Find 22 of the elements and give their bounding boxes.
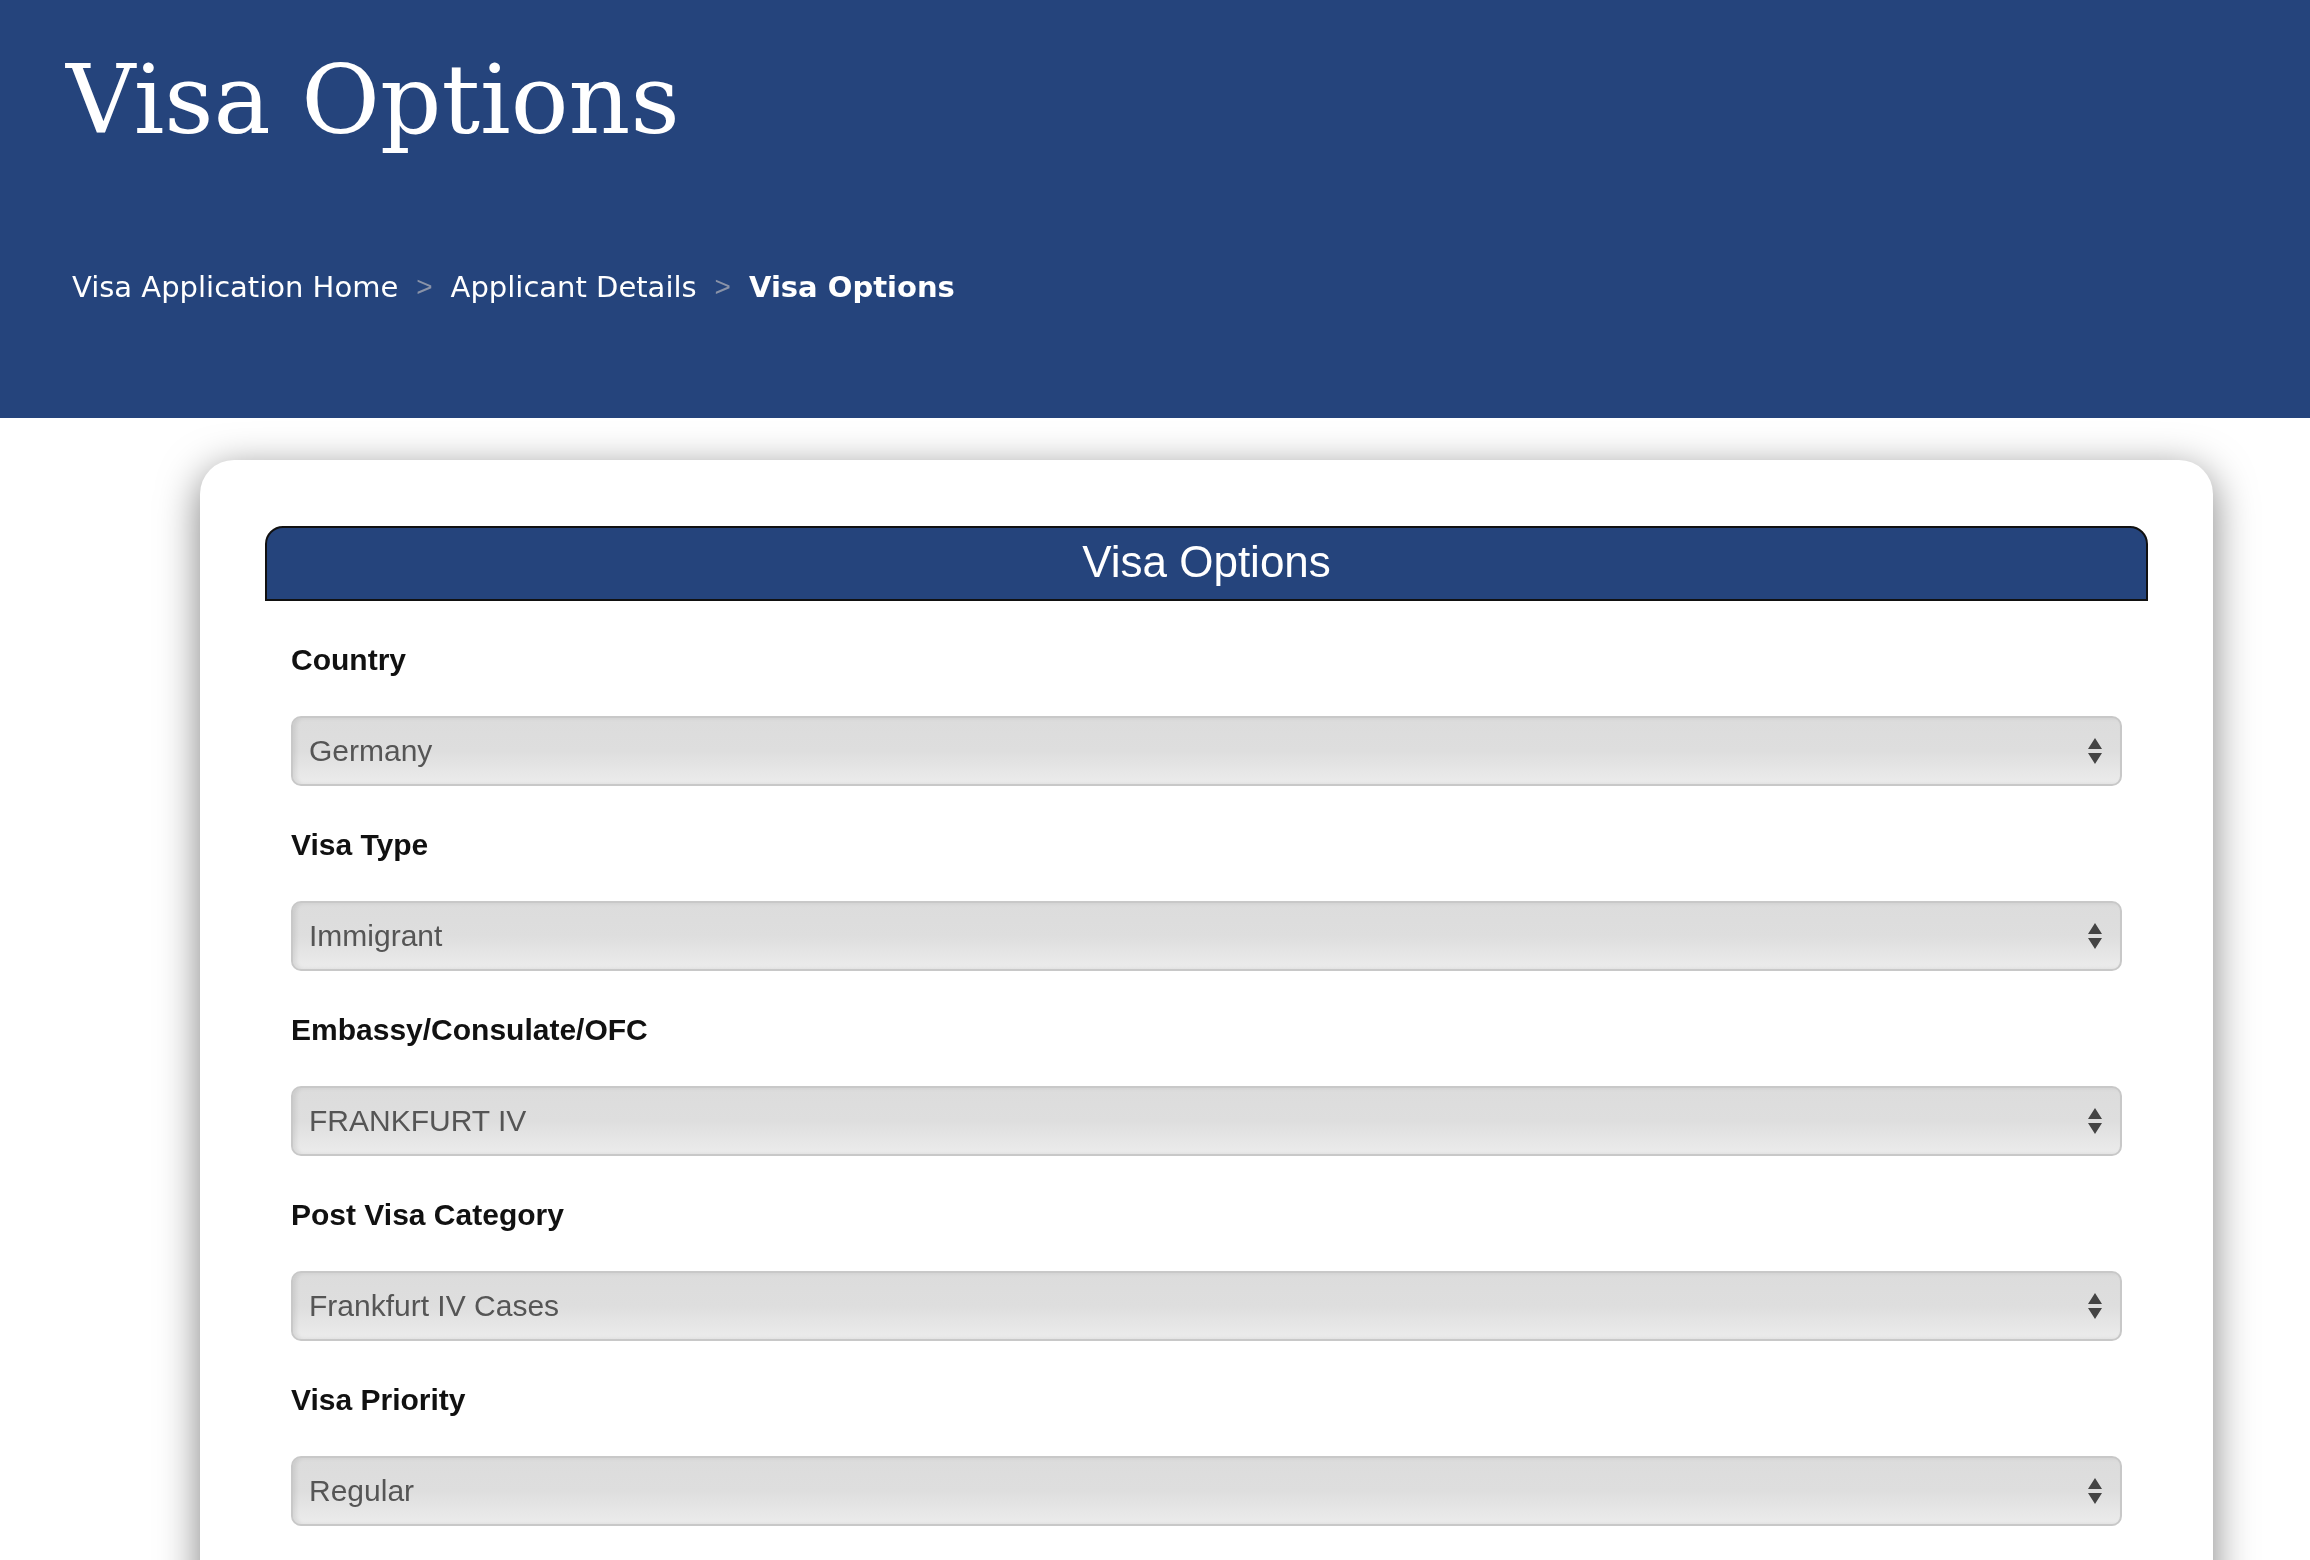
field-label: Post Visa Category: [291, 1198, 565, 1233]
up-down-arrows-icon: [2088, 1478, 2102, 1504]
page-title: Visa Options: [66, 43, 681, 158]
up-down-arrows-icon: [2088, 1293, 2102, 1319]
up-down-arrows-icon: [2088, 738, 2102, 764]
select-dropdown[interactable]: Immigrant: [291, 901, 2122, 971]
breadcrumb-separator: >: [416, 271, 433, 303]
up-down-arrows-icon: [2088, 1108, 2102, 1134]
field-label: Visa Priority: [291, 1383, 467, 1418]
select-dropdown[interactable]: Regular: [291, 1456, 2122, 1526]
breadcrumb-current[interactable]: Visa Options: [748, 270, 955, 304]
select-dropdown[interactable]: Germany: [291, 716, 2122, 786]
up-down-arrows-icon: [2088, 923, 2102, 949]
breadcrumb-link[interactable]: Visa Application Home: [72, 270, 399, 304]
breadcrumb-link[interactable]: Applicant Details: [450, 270, 697, 304]
select-dropdown[interactable]: FRANKFURT IV: [291, 1086, 2122, 1156]
breadcrumb-separator: >: [714, 271, 731, 303]
field-label: Country: [291, 643, 407, 678]
field-label: Embassy/Consulate/OFC: [291, 1013, 649, 1048]
panel-title: Visa Options: [265, 526, 2148, 601]
select-dropdown[interactable]: Frankfurt IV Cases: [291, 1271, 2122, 1341]
field-label: Visa Type: [291, 828, 430, 863]
